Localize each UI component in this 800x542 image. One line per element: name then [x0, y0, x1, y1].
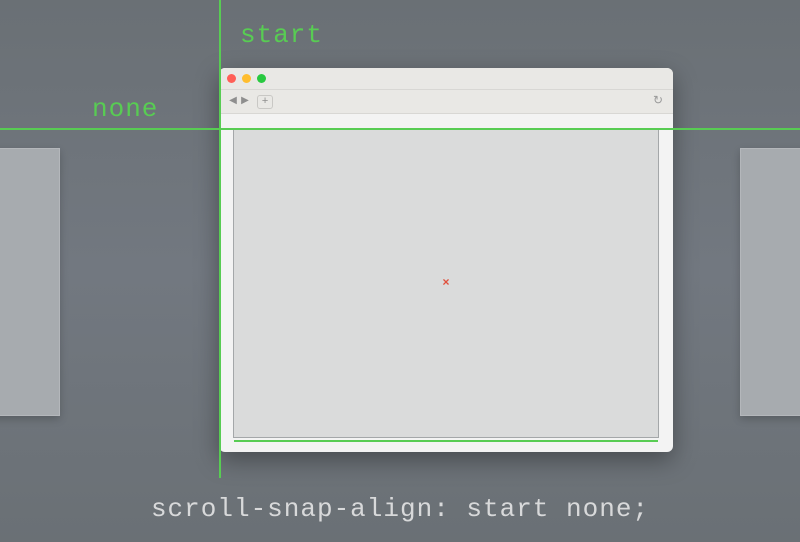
- minimize-icon[interactable]: [242, 74, 251, 83]
- viewport-bottom-line: [234, 440, 658, 442]
- browser-titlebar: [219, 68, 673, 90]
- label-inline-axis-none: none: [92, 94, 158, 124]
- close-icon[interactable]: [227, 74, 236, 83]
- css-property-caption: scroll-snap-align: start none;: [0, 494, 800, 524]
- maximize-icon[interactable]: [257, 74, 266, 83]
- vertical-snap-line: [219, 0, 221, 478]
- label-block-axis-start: start: [240, 20, 323, 50]
- center-marker-icon: ×: [442, 277, 449, 289]
- back-icon[interactable]: ◀: [227, 96, 239, 108]
- browser-toolbar: ◀ ▶ + ↻: [219, 90, 673, 114]
- prev-slide-peek: [0, 148, 60, 416]
- forward-icon[interactable]: ▶: [239, 96, 251, 108]
- next-slide-peek: [740, 148, 800, 416]
- nav-arrows-group: ◀ ▶: [227, 96, 251, 108]
- horizontal-snap-line: [0, 128, 800, 130]
- browser-window: ◀ ▶ + ↻ ×: [219, 68, 673, 452]
- browser-viewport: ×: [233, 128, 659, 438]
- reload-icon[interactable]: ↻: [651, 95, 665, 109]
- new-tab-button[interactable]: +: [257, 95, 273, 109]
